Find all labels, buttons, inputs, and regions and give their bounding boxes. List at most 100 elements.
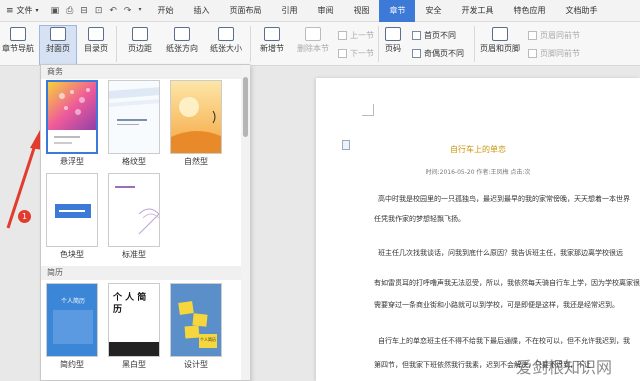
print-preview-icon[interactable]: ⊡ — [95, 6, 103, 16]
resume-simple-text: 个人简历 — [60, 298, 85, 305]
prev-section-button[interactable]: 上一节 — [338, 30, 374, 41]
template-color-block-label[interactable]: 色块型 — [41, 249, 103, 260]
checkbox-icon — [412, 31, 421, 40]
delete-section-icon — [305, 27, 321, 41]
divider — [378, 26, 379, 62]
margin-corner-mark — [362, 104, 374, 116]
tab-doc-assistant[interactable]: 文档助手 — [555, 0, 607, 22]
next-section-button[interactable]: 下一节 — [338, 48, 374, 59]
paragraph-line: 高中时我是校园里的一只孤独鸟，最迟到最早的我的家常傍晚，天天想着一本世界 — [378, 195, 630, 203]
panel-scrollbar[interactable] — [241, 65, 250, 380]
scrollbar-thumb[interactable] — [243, 77, 248, 137]
paper-size-label: 纸张大小 — [210, 44, 242, 53]
tab-review[interactable]: 审阅 — [307, 0, 343, 22]
add-section-label: 新增节 — [260, 44, 284, 53]
cover-page-icon — [50, 27, 66, 41]
cover-page-label: 封面页 — [46, 44, 70, 53]
paragraph-line: 自行车上的单恋班主任不得不给我下最后通牒，不在校可以，但不允许我迟到，我 — [378, 337, 630, 345]
resume-design-text: 个人简历 — [200, 337, 216, 342]
undo-icon[interactable]: ↶ — [109, 6, 117, 16]
document-page[interactable]: 自行车上的单恋 时间:2016-05-20 作者:王凤梅 点击:次 高中时我是校… — [316, 78, 640, 381]
checkbox-icon — [412, 49, 421, 58]
menu-bar: ≡ 文件 ▾ ▣ ⎙ ⊟ ⊡ ↶ ↷ ▾ 开始 插入 页面布局 引用 审阅 视图… — [0, 0, 640, 22]
tab-view[interactable]: 视图 — [343, 0, 379, 22]
cover-page-button[interactable]: 封面页 — [40, 27, 76, 54]
odd-even-different-label: 奇偶页不同 — [424, 49, 464, 58]
delete-section-label: 删除本节 — [297, 44, 329, 53]
header-footer-label: 页眉和页脚 — [480, 44, 520, 53]
template-simple-label[interactable]: 简约型 — [41, 359, 103, 370]
same-as-prev-footer-toggle[interactable]: 页脚同前节 — [528, 48, 580, 59]
template-design-label[interactable]: 设计型 — [165, 359, 227, 370]
same-as-prev-footer-label: 页脚同前节 — [540, 49, 580, 58]
same-as-prev-header-toggle[interactable]: 页眉同前节 — [528, 30, 580, 41]
tab-insert[interactable]: 插入 — [183, 0, 219, 22]
orientation-icon — [174, 27, 190, 41]
document-title: 自行车上的单恋 — [450, 145, 506, 154]
prev-section-icon — [338, 31, 347, 40]
chevron-down-icon[interactable]: ▾ — [138, 6, 141, 16]
section-header-resume: 简历 — [41, 266, 241, 280]
template-floating-thumb[interactable] — [46, 80, 98, 154]
tab-security[interactable]: 安全 — [415, 0, 451, 22]
divider — [474, 26, 475, 62]
template-standard-label[interactable]: 标准型 — [103, 249, 165, 260]
resume-bw-text: 个 人 简 历 — [113, 293, 147, 315]
tab-developer[interactable]: 开发工具 — [451, 0, 503, 22]
tab-section[interactable]: 章节 — [379, 0, 416, 22]
section-nav-icon — [10, 27, 26, 41]
hamburger-icon: ≡ — [6, 5, 14, 16]
watermark: 爱剑根知识网 — [516, 358, 613, 377]
template-plaid-thumb[interactable] — [108, 80, 160, 154]
section-header-business: 商务 — [41, 65, 241, 79]
template-floating-label[interactable]: 悬浮型 — [41, 156, 103, 167]
odd-even-different-checkbox[interactable]: 奇偶页不同 — [412, 48, 464, 59]
template-plaid-label[interactable]: 格纹型 — [103, 156, 165, 167]
tab-page-layout[interactable]: 页面布局 — [219, 0, 271, 22]
first-page-different-checkbox[interactable]: 首页不同 — [412, 30, 456, 41]
template-standard-thumb[interactable] — [108, 173, 160, 247]
print-icon[interactable]: ⊟ — [80, 6, 88, 16]
toc-page-icon — [88, 27, 104, 41]
document-meta: 时间:2016-05-20 作者:王凤梅 点击:次 — [425, 169, 531, 176]
paragraph-line: 需要穿过一条商业街和小路就可以到学校，可是即便是这样，我还是经常迟到。 — [374, 301, 619, 309]
link-header-icon — [528, 31, 537, 40]
paper-size-icon — [218, 27, 234, 41]
template-design-thumb[interactable]: 个人简历 — [170, 283, 222, 357]
add-section-icon — [264, 27, 280, 41]
save-icon[interactable]: ▣ — [51, 6, 60, 16]
margins-button[interactable]: 页边距 — [120, 27, 160, 54]
divider — [250, 26, 251, 62]
add-section-button[interactable]: 新增节 — [254, 27, 290, 54]
template-color-block-thumb[interactable] — [46, 173, 98, 247]
template-nature-thumb[interactable] — [170, 80, 222, 154]
tab-home[interactable]: 开始 — [147, 0, 183, 22]
tab-special-apps[interactable]: 特色应用 — [503, 0, 555, 22]
section-nav-button[interactable]: 章节导航 — [0, 27, 36, 54]
page-number-button[interactable]: 页码 — [380, 27, 406, 54]
tab-references[interactable]: 引用 — [271, 0, 307, 22]
export-pdf-icon[interactable]: ⎙ — [66, 6, 73, 16]
header-footer-button[interactable]: 页眉和页脚 — [476, 27, 524, 54]
page-number-icon — [385, 27, 401, 41]
redo-icon[interactable]: ↷ — [124, 6, 132, 16]
template-nature-label[interactable]: 自然型 — [165, 156, 227, 167]
cover-template-panel: 商务 悬浮型 格纹型 自然型 色块型 标准型 简历 个人简历 简约型 个 人 简… — [40, 64, 250, 381]
color-block-cover-art — [47, 174, 97, 246]
chevron-down-icon: ▾ — [35, 7, 39, 14]
paper-size-button[interactable]: 纸张大小 — [204, 27, 248, 54]
section-nav-label: 章节导航 — [2, 44, 34, 53]
orientation-button[interactable]: 纸张方向 — [160, 27, 204, 54]
paragraph-line: 有如雷贯耳的打呼噜声我无法忍受，所以，我依然每天骑自行车上学，因为学校离家很近 — [374, 279, 640, 287]
template-black-white-label[interactable]: 黑白型 — [103, 359, 165, 370]
template-black-white-thumb[interactable]: 个 人 简 历 — [108, 283, 160, 357]
toc-page-button[interactable]: 目录页 — [78, 27, 114, 54]
margins-icon — [132, 27, 148, 41]
annotation-badge: 1 — [18, 210, 31, 223]
template-simple-thumb[interactable]: 个人简历 — [46, 283, 98, 357]
link-footer-icon — [528, 49, 537, 58]
delete-section-button[interactable]: 删除本节 — [292, 27, 334, 54]
standard-cover-art — [109, 174, 159, 246]
same-as-prev-header-label: 页眉同前节 — [540, 31, 580, 40]
file-menu[interactable]: ≡ 文件 ▾ — [0, 5, 45, 16]
